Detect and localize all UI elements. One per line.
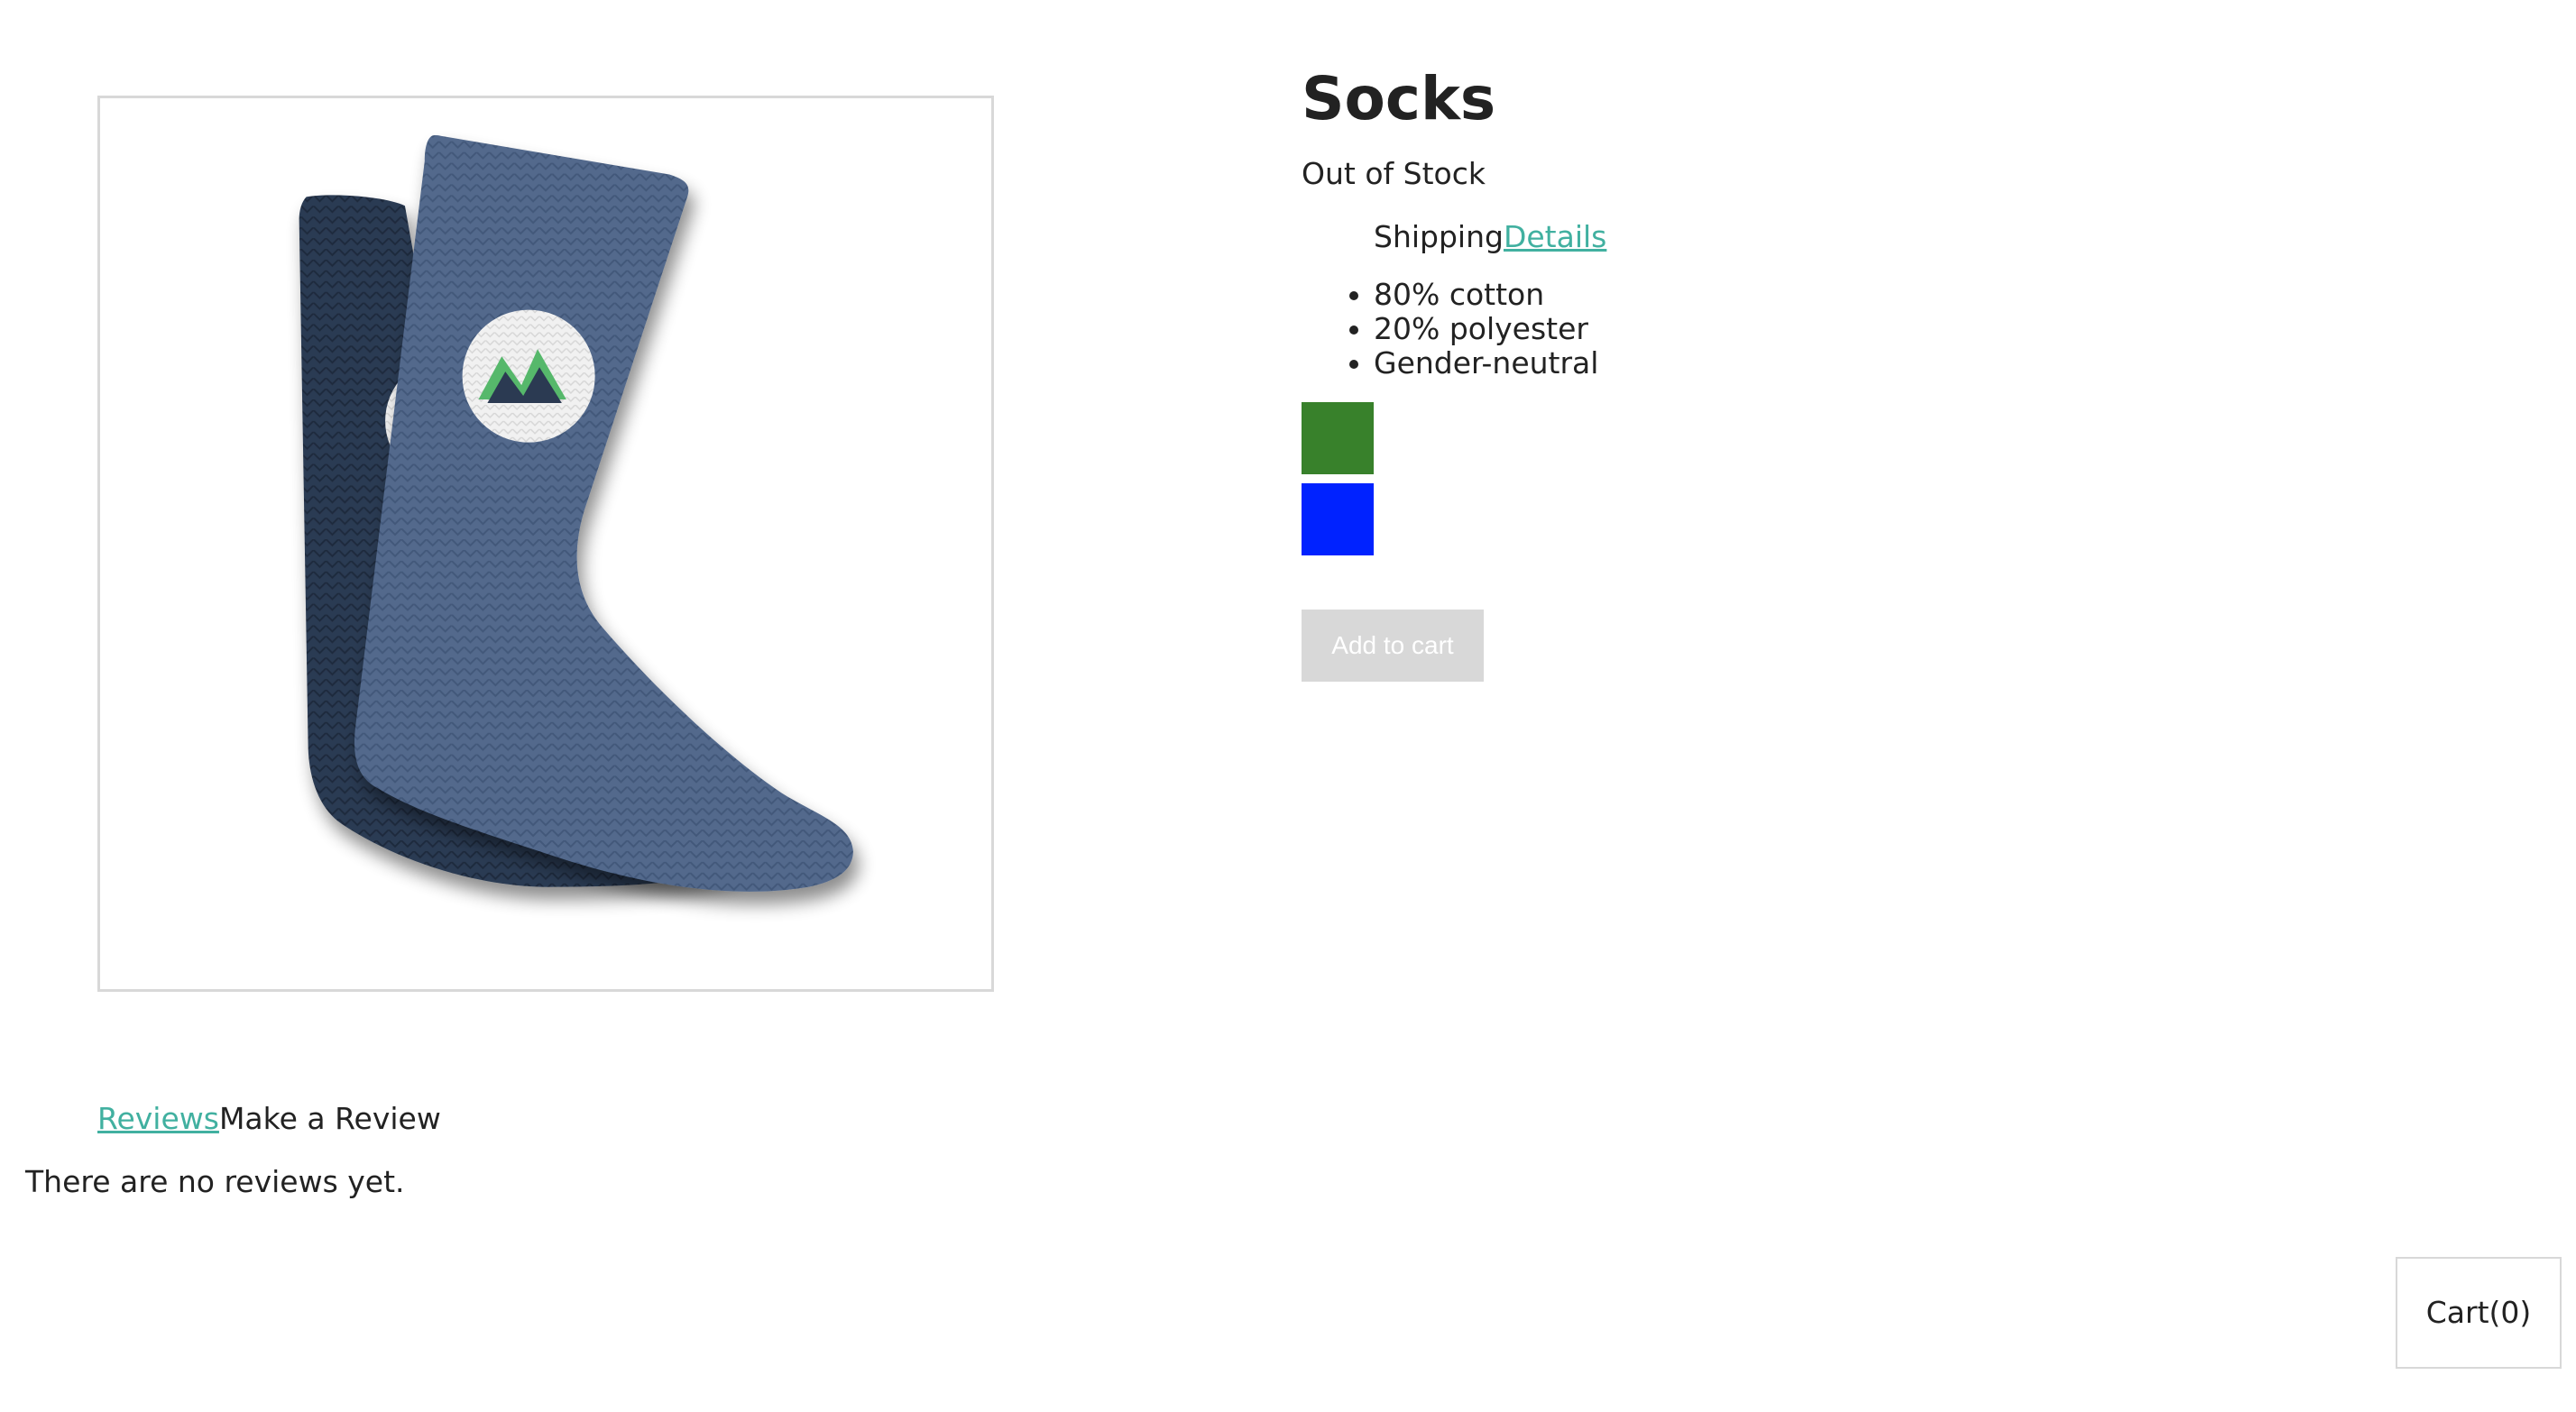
shipping-tabs: ShippingDetails <box>1374 215 2384 260</box>
color-swatch-green[interactable] <box>1302 402 1374 474</box>
cart-button[interactable]: Cart(0) <box>2396 1257 2562 1369</box>
list-item: 20% polyester <box>1374 312 2384 346</box>
add-to-cart-button[interactable]: Add to cart <box>1302 610 1484 682</box>
product-info: Socks Out of Stock ShippingDetails 80% c… <box>1302 54 2384 682</box>
list-item: Gender-neutral <box>1374 346 2384 381</box>
socks-image <box>299 135 853 892</box>
tab-shipping[interactable]: Shipping <box>1374 219 1504 254</box>
color-swatch-blue[interactable] <box>1302 483 1374 555</box>
product-title: Socks <box>1302 64 1496 133</box>
details-list: 80% cotton 20% polyester Gender-neutral <box>1302 278 2384 381</box>
stock-status: Out of Stock <box>1302 156 1486 191</box>
tab-make-review[interactable]: Make a Review <box>219 1101 441 1136</box>
no-reviews-message: There are no reviews yet. <box>25 1164 405 1199</box>
product-page: Socks Out of Stock ShippingDetails 80% c… <box>0 0 2576 1412</box>
list-item: 80% cotton <box>1374 278 2384 312</box>
product-image <box>97 96 994 992</box>
reviews-tabs: ReviewsMake a Review <box>97 1096 441 1142</box>
color-swatches <box>1302 402 2384 555</box>
tab-reviews[interactable]: Reviews <box>97 1101 219 1136</box>
tab-details[interactable]: Details <box>1504 219 1606 254</box>
